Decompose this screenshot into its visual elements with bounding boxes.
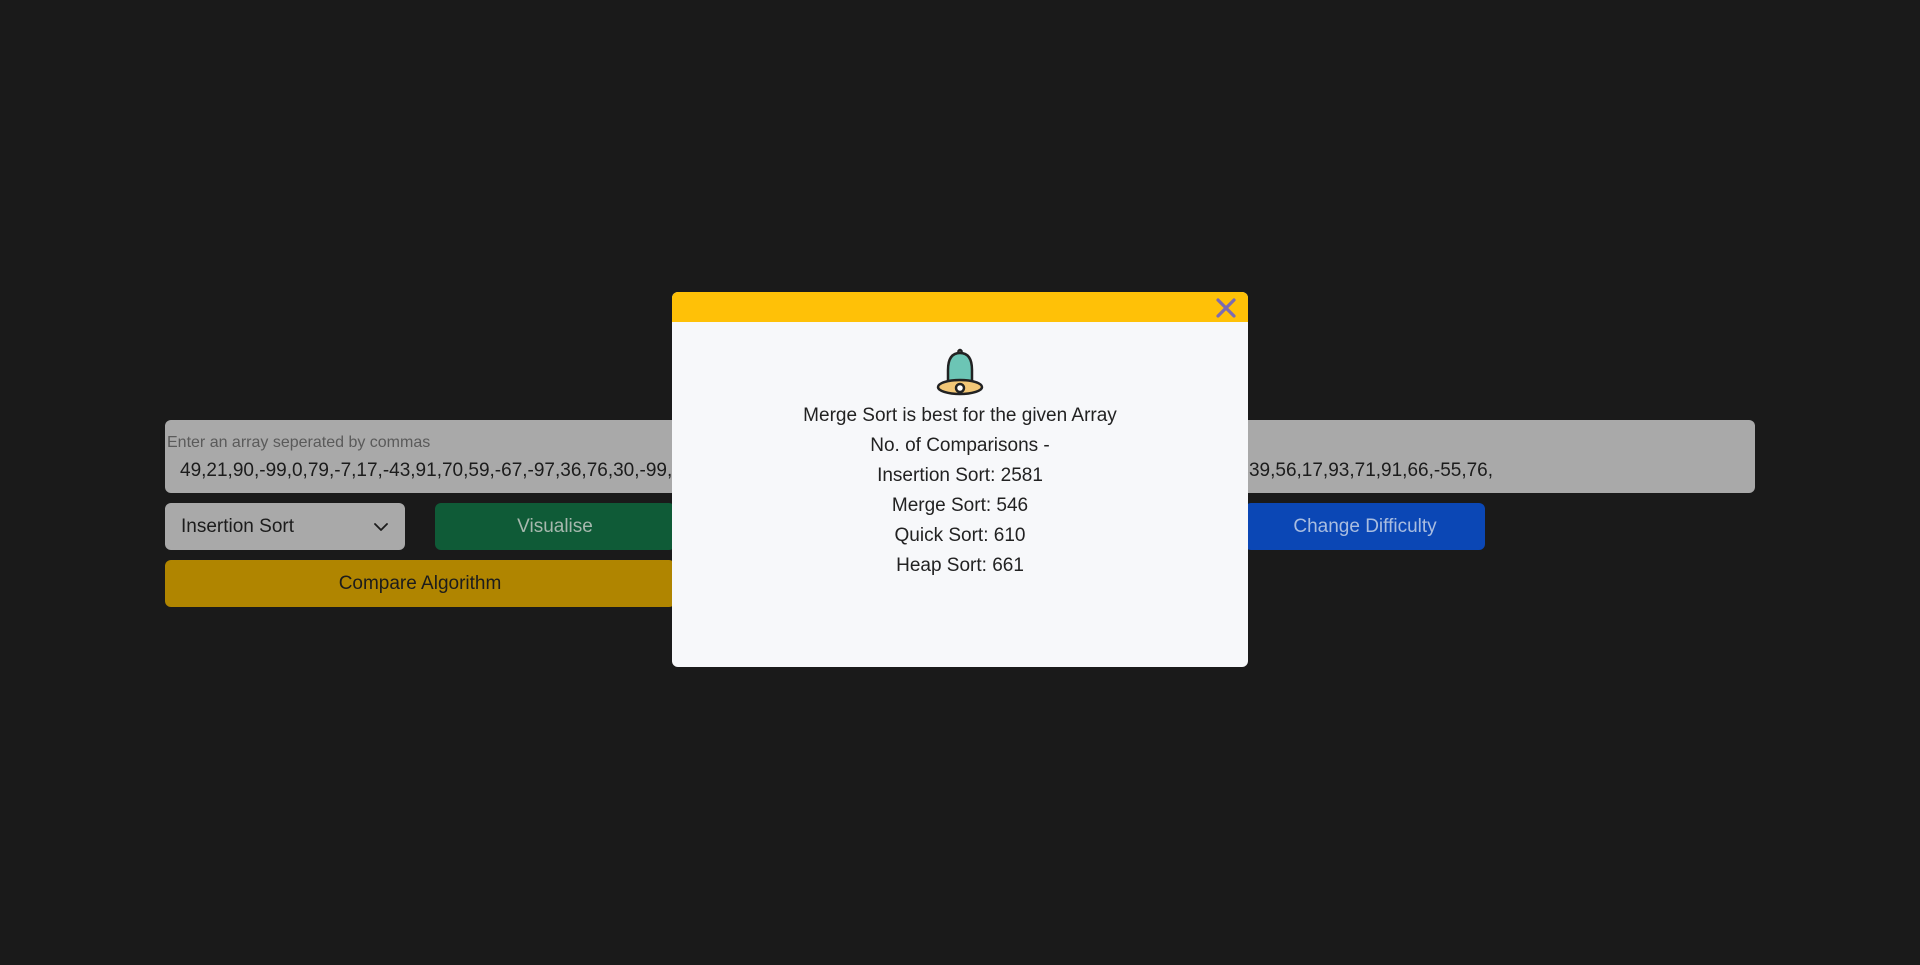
close-icon[interactable] [1214,296,1238,320]
compare-algorithm-button[interactable]: Compare Algorithm [165,560,675,607]
result-modal: Merge Sort is best for the given Array N… [672,292,1248,667]
algorithm-select-value: Insertion Sort [181,515,294,537]
result-heap-sort: Heap Sort: 661 [896,555,1024,576]
change-difficulty-button[interactable]: Change Difficulty [1245,503,1485,550]
result-merge-sort: Merge Sort: 546 [891,495,1029,516]
comparisons-heading: No. of Comparisons - [870,435,1050,456]
array-input-label: Enter an array seperated by commas [167,434,431,451]
modal-body: Merge Sort is best for the given Array N… [672,345,1248,581]
page: Enter an array seperated by commas Inser… [0,0,1920,965]
chevron-down-icon [374,522,388,531]
modal-message: Merge Sort is best for the given Array [803,405,1117,426]
modal-header [672,292,1248,322]
bell-icon [936,348,984,396]
result-quick-sort: Quick Sort: 610 [894,525,1026,546]
algorithm-select[interactable]: Insertion Sort [165,503,405,550]
result-insertion-sort: Insertion Sort: 2581 [877,465,1043,486]
visualise-button[interactable]: Visualise [435,503,675,550]
